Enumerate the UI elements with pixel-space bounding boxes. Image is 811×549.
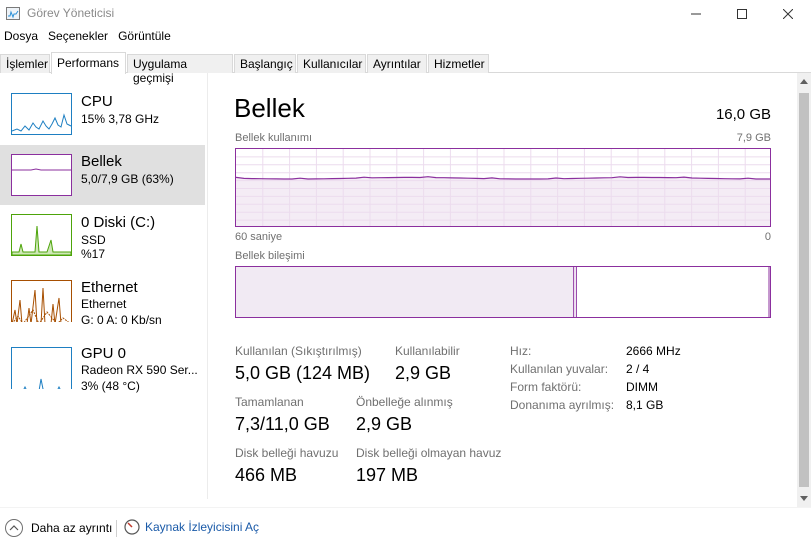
disk-usage: %17: [81, 247, 106, 261]
footer-divider: [116, 520, 117, 537]
cpu-usage: 15% 3,78 GHz: [81, 112, 160, 126]
gpu-model: Radeon RX 590 Ser...: [81, 363, 198, 377]
memory-name: Bellek: [81, 153, 122, 170]
cpu-mini-graph: [11, 93, 72, 135]
vertical-scrollbar[interactable]: [797, 73, 811, 507]
used-label: Kullanılan (Sıkıştırılmış): [235, 344, 362, 358]
resource-list: CPU 15% 3,78 GHz Bellek 5,0/7,9 GB (63%)…: [0, 73, 208, 499]
chevron-up-icon: [5, 519, 23, 537]
time-end-label: 0: [764, 231, 771, 243]
task-manager-icon: [6, 7, 20, 20]
scroll-down-arrow-icon[interactable]: [797, 490, 811, 507]
tab-performance[interactable]: Performans: [51, 52, 126, 74]
memory-mini-graph: [11, 154, 72, 196]
resource-item-memory[interactable]: Bellek 5,0/7,9 GB (63%): [0, 145, 205, 205]
committed-value: 7,3/11,0 GB: [235, 414, 330, 434]
tab-startup[interactable]: Başlangıç: [234, 54, 296, 73]
disk-type: SSD: [81, 233, 106, 247]
gpu-mini-graph: [11, 347, 72, 389]
disk-mini-graph: [11, 214, 72, 256]
paged-pool-label: Disk belleği havuzu: [235, 446, 339, 460]
tab-processes[interactable]: İşlemler: [0, 54, 50, 73]
nonpaged-pool-label: Disk belleği olmayan havuz: [356, 446, 502, 460]
page-title: Bellek: [234, 93, 305, 123]
paged-pool-value: 466 MB: [235, 465, 298, 485]
memory-detail-panel: Bellek 16,0 GB Bellek kullanımı 7,9 GB 6…: [209, 73, 797, 499]
resource-item-gpu[interactable]: GPU 0 Radeon RX 590 Ser... 3% (48 °C): [0, 339, 205, 399]
speed-value: 2666 MHz: [626, 344, 681, 358]
memory-usage: 5,0/7,9 GB (63%): [81, 172, 174, 186]
title-bar: Görev Yöneticisi: [0, 0, 811, 27]
resource-item-disk[interactable]: 0 Diski (C:) SSD %17: [0, 207, 205, 267]
maximize-button[interactable]: [719, 0, 765, 27]
memory-composition-bar: [235, 266, 771, 318]
scroll-thumb[interactable]: [799, 93, 809, 487]
used-value: 5,0 GB (124 MB): [235, 363, 371, 383]
window-title: Görev Yöneticisi: [27, 6, 115, 20]
nonpaged-pool-value: 197 MB: [356, 465, 419, 485]
speed-label: Hız:: [510, 344, 532, 358]
scroll-up-arrow-icon[interactable]: [797, 73, 811, 90]
memory-total: 16,0 GB: [715, 106, 771, 123]
memory-usage-max: 7,9 GB: [736, 132, 771, 144]
gpu-name: GPU 0: [81, 345, 127, 362]
tab-services[interactable]: Hizmetler: [428, 54, 489, 73]
fewer-details-label: Daha az ayrıntı: [31, 521, 113, 535]
gpu-usage: 3% (48 °C): [81, 379, 140, 393]
footer: Daha az ayrıntı Kaynak İzleyicisini Aç: [0, 507, 811, 549]
resource-item-cpu[interactable]: CPU 15% 3,78 GHz: [0, 86, 205, 146]
tab-details[interactable]: Ayrıntılar: [367, 54, 427, 73]
form-factor-value: DIMM: [626, 380, 658, 394]
resource-monitor-icon: [124, 519, 140, 535]
cpu-name: CPU: [81, 93, 113, 110]
resource-monitor-link[interactable]: Kaynak İzleyicisini Aç: [124, 519, 259, 535]
hardware-reserved-value: 8,1 GB: [626, 398, 664, 412]
tab-bar: İşlemler Performans Uygulama geçmişi Baş…: [0, 52, 811, 85]
memory-usage-label: Bellek kullanımı: [235, 132, 313, 144]
memory-composition-label: Bellek bileşimi: [235, 250, 305, 262]
ethernet-adapter: Ethernet: [81, 297, 127, 311]
form-factor-label: Form faktörü:: [510, 380, 582, 394]
available-label: Kullanılabilir: [395, 344, 460, 358]
menu-options[interactable]: Seçenekler: [44, 29, 112, 47]
slots-label: Kullanılan yuvalar:: [510, 362, 609, 376]
committed-label: Tamamlanan: [235, 395, 304, 409]
resource-item-ethernet[interactable]: Ethernet Ethernet G: 0 A: 0 Kb/sn: [0, 273, 205, 333]
cached-value: 2,9 GB: [356, 414, 413, 434]
resource-monitor-label: Kaynak İzleyicisini Aç: [145, 520, 260, 534]
cached-label: Önbelleğe alınmış: [356, 395, 453, 409]
hardware-reserved-label: Donanıma ayrılmış:: [510, 398, 615, 412]
composition-in-use: [236, 267, 574, 317]
slots-value: 2 / 4: [626, 362, 650, 376]
memory-usage-graph: [235, 148, 771, 227]
close-icon: [783, 8, 793, 19]
available-value: 2,9 GB: [395, 363, 452, 383]
fewer-details-button[interactable]: Daha az ayrıntı: [5, 519, 112, 537]
close-button[interactable]: [765, 0, 811, 27]
tab-app-history[interactable]: Uygulama geçmişi: [127, 54, 233, 85]
minimize-button[interactable]: [673, 0, 719, 27]
menu-file[interactable]: Dosya: [0, 29, 42, 47]
time-span-label: 60 saniye: [235, 231, 283, 243]
menu-bar: Dosya Seçenekler Görüntüle: [0, 29, 177, 47]
ethernet-throughput: G: 0 A: 0 Kb/sn: [81, 313, 162, 327]
disk-name: 0 Diski (C:): [81, 214, 156, 231]
ethernet-mini-graph: [11, 280, 72, 322]
tab-users[interactable]: Kullanıcılar: [297, 54, 366, 73]
menu-view[interactable]: Görüntüle: [114, 29, 175, 47]
ethernet-name: Ethernet: [81, 279, 138, 296]
